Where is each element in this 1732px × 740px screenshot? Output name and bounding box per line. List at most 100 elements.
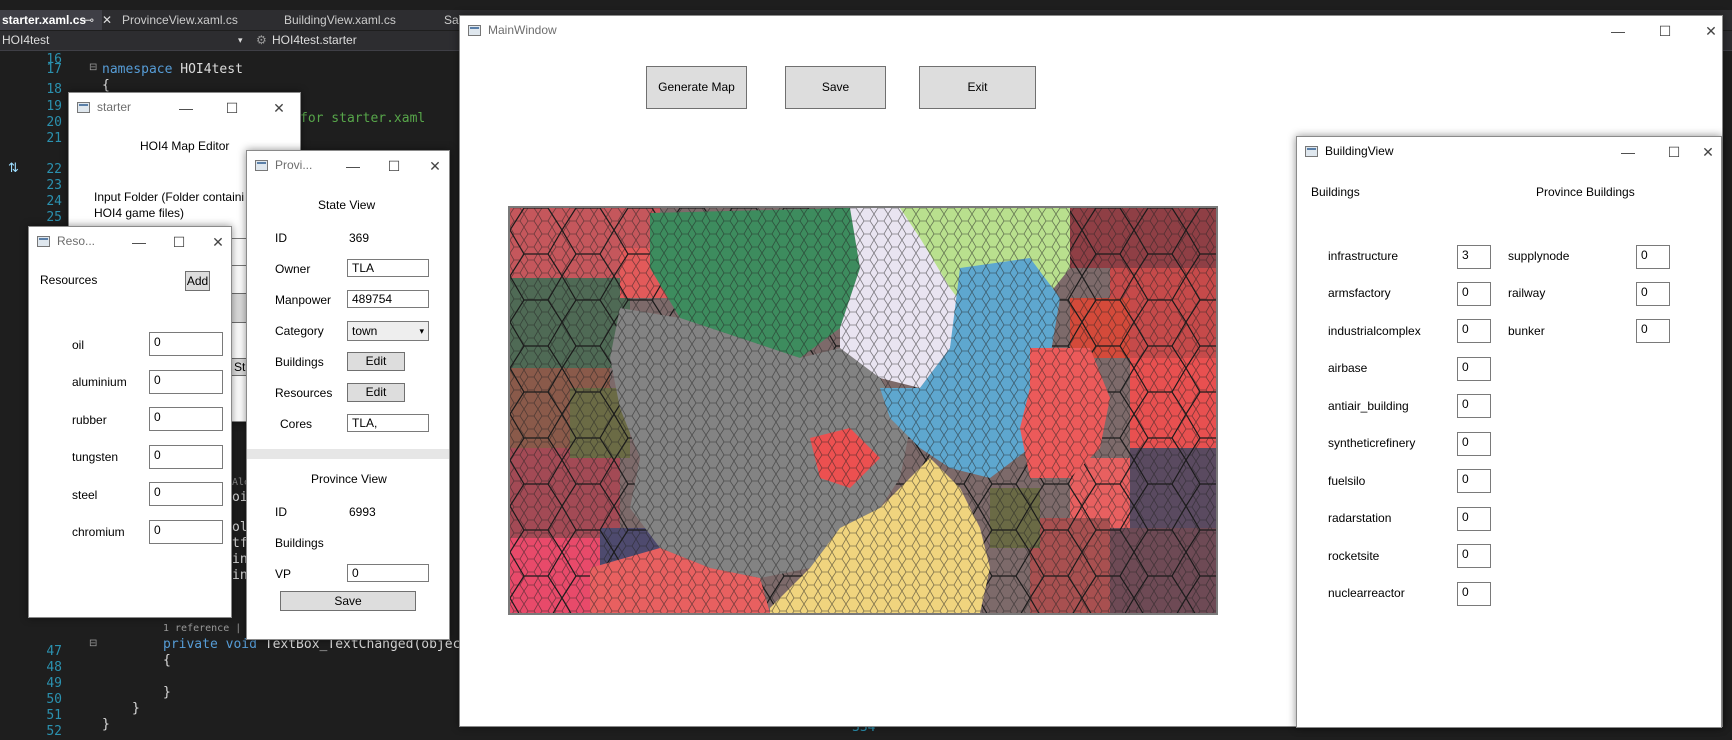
line-number: 18 — [46, 82, 62, 97]
building-label: industrialcomplex — [1328, 324, 1421, 338]
category-select[interactable]: town ▾ — [347, 321, 429, 341]
building-value-input[interactable]: 0 — [1457, 282, 1491, 306]
tab-buildingview-xaml-cs[interactable]: BuildingView.xaml.cs — [284, 10, 434, 30]
close-icon[interactable]: ✕ — [102, 10, 112, 30]
state-view-header: State View — [318, 198, 376, 212]
identifier: HOI4test — [172, 62, 243, 77]
edit-resources-button[interactable]: Edit — [347, 383, 405, 402]
close-icon[interactable]: ✕ — [1699, 143, 1717, 161]
window-icon — [468, 25, 481, 36]
collapse-icon[interactable]: ⊟ — [89, 62, 97, 73]
province-id-value: 6993 — [349, 505, 376, 519]
vp-input[interactable]: 0 — [347, 564, 429, 582]
owner-input[interactable]: TLA — [347, 259, 429, 277]
maximize-icon[interactable]: ☐ — [170, 233, 188, 251]
codelens-icon[interactable]: ⇅ — [8, 160, 19, 176]
province-building-value-input[interactable]: 0 — [1636, 245, 1670, 269]
save-button[interactable]: Save — [785, 66, 886, 109]
province-borders — [510, 208, 1216, 613]
building-value-input[interactable]: 0 — [1457, 394, 1491, 418]
building-value-input[interactable]: 0 — [1457, 544, 1491, 568]
window-title: Provi... — [275, 158, 313, 172]
maximize-icon[interactable]: ☐ — [223, 99, 241, 117]
province-map[interactable] — [510, 208, 1216, 613]
building-value-input[interactable]: 0 — [1457, 582, 1491, 606]
province-buildings-label: Buildings — [275, 536, 324, 550]
cores-input[interactable]: TLA, — [347, 414, 429, 432]
line-number: 50 — [46, 692, 62, 707]
building-value-input[interactable]: 0 — [1457, 432, 1491, 456]
code-line: } — [102, 717, 110, 732]
maximize-icon[interactable]: ☐ — [1665, 143, 1683, 161]
title-bar: Provi... — ☐ ✕ — [247, 151, 449, 181]
minimize-icon[interactable]: — — [177, 99, 195, 117]
edit-buildings-button[interactable]: Edit — [347, 352, 405, 371]
building-value-input[interactable]: 0 — [1457, 357, 1491, 381]
minimize-icon[interactable]: — — [344, 157, 362, 175]
province-building-value-input[interactable]: 0 — [1636, 282, 1670, 306]
tab-provinceview-xaml-cs[interactable]: ProvinceView.xaml.cs — [122, 10, 272, 30]
category-value: town — [352, 324, 378, 338]
nav-project[interactable]: HOI4test — [2, 33, 49, 47]
building-label: antiair_building — [1328, 399, 1409, 413]
maximize-icon[interactable]: ☐ — [1656, 22, 1674, 40]
resources-window: Reso... — ☐ ✕ Resources Add oil 0 alumin… — [28, 226, 232, 618]
manpower-label: Manpower — [275, 293, 332, 307]
minimize-icon[interactable]: — — [130, 233, 148, 251]
tab-label: ProvinceView.xaml.cs — [122, 13, 238, 27]
window-title: Reso... — [57, 234, 96, 248]
close-icon[interactable]: ✕ — [209, 233, 227, 251]
category-label: Category — [275, 324, 324, 338]
line-number: 20 — [46, 115, 62, 130]
map-view[interactable] — [508, 206, 1218, 615]
generate-map-button[interactable]: Generate Map — [646, 66, 747, 109]
line-number: 25 — [46, 210, 62, 225]
minimize-icon[interactable]: — — [1619, 143, 1637, 161]
save-province-button[interactable]: Save — [280, 591, 416, 611]
building-value-input[interactable]: 0 — [1457, 469, 1491, 493]
title-bar: BuildingView — ☐ ✕ — [1297, 137, 1721, 167]
province-view-header: Province View — [311, 472, 387, 486]
manpower-input[interactable]: 489754 — [347, 290, 429, 308]
close-icon[interactable]: ✕ — [426, 157, 444, 175]
title-bar: starter — ☐ ✕ — [69, 93, 300, 123]
keyword: namespace — [102, 62, 173, 77]
collapse-icon[interactable]: ⊟ — [89, 638, 97, 649]
province-building-value-input[interactable]: 0 — [1636, 319, 1670, 343]
window-icon — [255, 160, 268, 171]
window-title: MainWindow — [488, 23, 557, 37]
building-value-input[interactable]: 0 — [1457, 319, 1491, 343]
resource-value-input[interactable]: 0 — [149, 332, 223, 356]
resource-value-input[interactable]: 0 — [149, 445, 223, 469]
input-folder-label-line2: HOI4 game files) — [94, 206, 185, 220]
line-number: 47 — [46, 644, 62, 659]
chevron-down-icon: ▾ — [419, 326, 424, 336]
nav-class[interactable]: HOI4test.starter — [272, 33, 357, 47]
building-value-input[interactable]: 3 — [1457, 245, 1491, 269]
building-view-window: BuildingView — ☐ ✕ Buildings Province Bu… — [1296, 136, 1722, 728]
minimize-icon[interactable]: — — [1609, 22, 1627, 40]
building-label: nuclearreactor — [1328, 586, 1405, 600]
resource-value-input[interactable]: 0 — [149, 520, 223, 544]
add-button[interactable]: Add — [185, 271, 210, 291]
resource-value-input[interactable]: 0 — [149, 370, 223, 394]
code-line: } — [132, 701, 140, 716]
code-line: { — [163, 653, 171, 668]
tab-label: Sa — [444, 13, 459, 27]
close-icon[interactable]: ✕ — [1702, 22, 1720, 40]
province-building-label: supplynode — [1508, 249, 1570, 263]
chevron-down-icon[interactable]: ▾ — [238, 35, 243, 46]
window-icon — [77, 102, 90, 113]
resource-value-input[interactable]: 0 — [149, 407, 223, 431]
window-icon — [1305, 146, 1318, 157]
exit-button[interactable]: Exit — [919, 66, 1036, 109]
building-value-input[interactable]: 0 — [1457, 507, 1491, 531]
maximize-icon[interactable]: ☐ — [385, 157, 403, 175]
building-label: armsfactory — [1328, 286, 1391, 300]
class-icon: ⚙ — [256, 33, 267, 47]
building-label: radarstation — [1328, 511, 1392, 525]
state-id-label: ID — [275, 231, 287, 245]
resource-value-input[interactable]: 0 — [149, 482, 223, 506]
pin-icon[interactable]: ⊸ — [84, 10, 94, 30]
close-icon[interactable]: ✕ — [270, 99, 288, 117]
